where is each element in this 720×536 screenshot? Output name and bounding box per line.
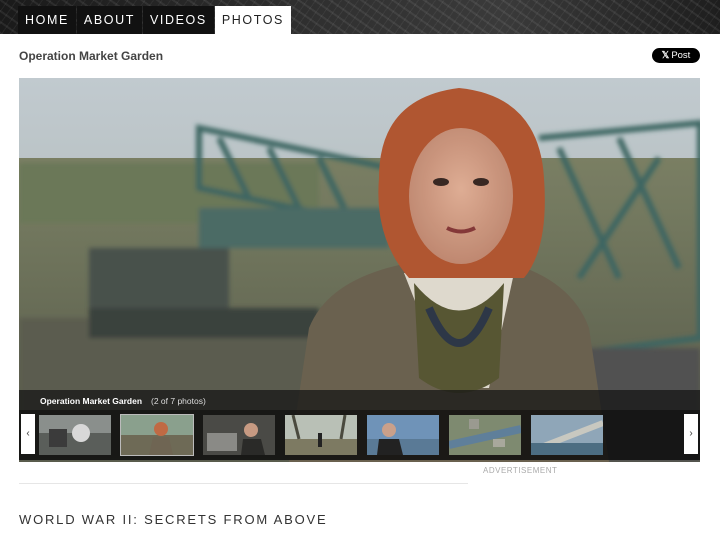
- thumbnail-7[interactable]: [531, 415, 603, 455]
- thumbnail-6[interactable]: [449, 415, 521, 455]
- thumb-image: [285, 415, 357, 455]
- x-logo-icon: 𝕏: [661, 50, 670, 61]
- thumbnail-strip: ‹ ›: [19, 410, 700, 460]
- thumbnail-5[interactable]: [367, 415, 439, 455]
- thumb-image: [39, 415, 111, 455]
- thumb-image: [367, 415, 439, 455]
- thumbnail-1[interactable]: [39, 415, 111, 455]
- divider: [19, 483, 468, 484]
- main-nav: HOME ABOUT VIDEOS PHOTOS: [18, 6, 292, 34]
- nav-about[interactable]: ABOUT: [76, 6, 142, 34]
- nav-photos[interactable]: PHOTOS: [214, 6, 291, 34]
- thumbnail-3[interactable]: [203, 415, 275, 455]
- caption-title: Operation Market Garden: [40, 396, 143, 406]
- chevron-left-icon[interactable]: ‹: [21, 414, 35, 454]
- chevron-right-icon[interactable]: ›: [684, 414, 698, 454]
- post-label: Post: [671, 50, 691, 61]
- advertisement-label: ADVERTISEMENT: [483, 466, 558, 475]
- photo-caption-bar: Operation Market Garden (2 of 7 photos): [19, 390, 700, 410]
- nav-home[interactable]: HOME: [18, 6, 76, 34]
- thumb-image: [449, 415, 521, 455]
- thumbnail-4[interactable]: [285, 415, 357, 455]
- thumb-image: [121, 415, 193, 455]
- section-title: WORLD WAR II: SECRETS FROM ABOVE: [19, 512, 328, 527]
- thumb-image: [531, 415, 603, 455]
- thumb-image: [203, 415, 275, 455]
- photo-count: (2 of 7 photos): [151, 396, 206, 406]
- page-title: Operation Market Garden: [19, 49, 164, 63]
- x-post-button[interactable]: 𝕏 Post: [652, 48, 700, 63]
- nav-videos[interactable]: VIDEOS: [142, 6, 214, 34]
- thumbnail-2[interactable]: [120, 414, 194, 456]
